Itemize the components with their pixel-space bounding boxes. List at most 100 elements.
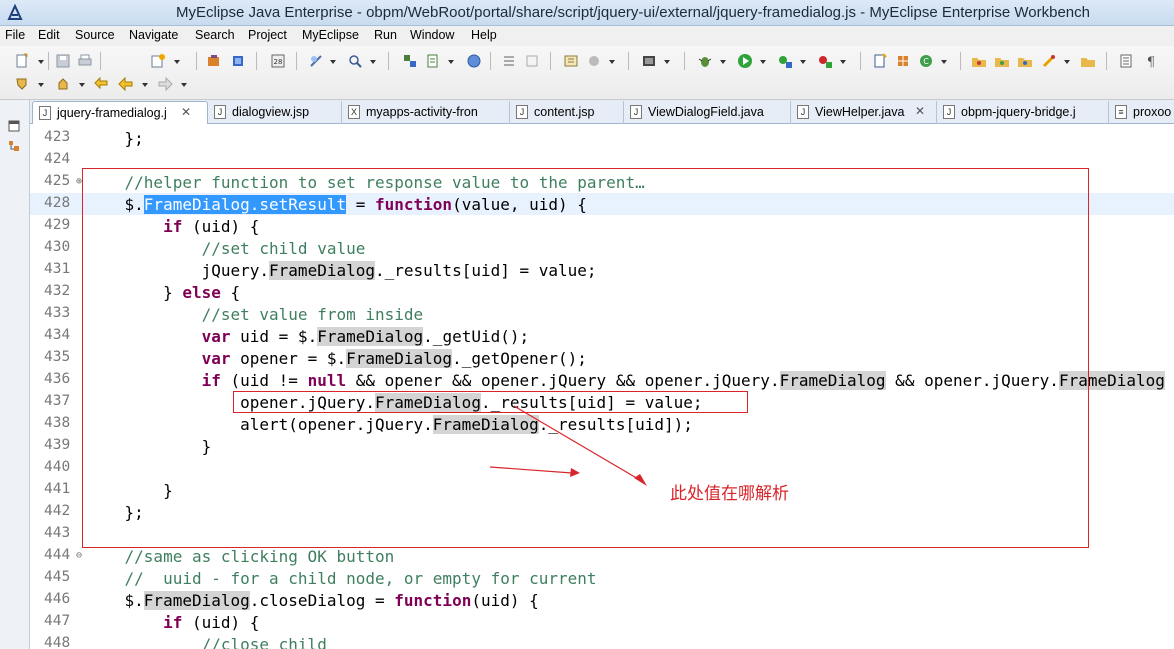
open-resource-dropdown-icon[interactable] <box>448 60 454 64</box>
code-line[interactable]: 441 } <box>30 479 1174 501</box>
browser-dropdown-icon[interactable] <box>330 60 336 64</box>
tab-viewdialogfield[interactable]: J ViewDialogField.java <box>624 101 791 124</box>
new-wizard-dropdown-icon[interactable] <box>174 60 180 64</box>
search-icon[interactable] <box>347 53 363 69</box>
code-line[interactable]: 445 // uuid - for a child node, or empty… <box>30 567 1174 589</box>
menu-search[interactable]: Search <box>195 28 235 42</box>
code-line[interactable]: 434 var uid = $.FrameDialog._getUid(); <box>30 325 1174 347</box>
tab-obpm-jquery-bridge[interactable]: J obpm-jquery-bridge.j <box>937 101 1109 124</box>
code-line[interactable]: 432 } else { <box>30 281 1174 303</box>
back-icon[interactable] <box>118 76 134 92</box>
tab-viewhelper[interactable]: J ViewHelper.java ✕ <box>791 101 937 124</box>
terminal-dropdown-icon[interactable] <box>664 60 670 64</box>
selected-text[interactable]: FrameDialog.setResult <box>143 195 347 214</box>
previous-annotation-dropdown-icon[interactable] <box>79 83 85 87</box>
new-class-icon[interactable]: C <box>918 53 934 69</box>
forward-dropdown-icon[interactable] <box>181 83 187 87</box>
next-annotation-dropdown-icon[interactable] <box>38 83 44 87</box>
open-folder-icon[interactable] <box>971 53 987 69</box>
code-line[interactable]: 423 }; <box>30 127 1174 149</box>
terminal-icon[interactable] <box>641 53 657 69</box>
new-class-dropdown-icon[interactable] <box>941 60 947 64</box>
menu-myeclipse[interactable]: MyEclipse <box>302 28 359 42</box>
restore-view-icon[interactable] <box>8 120 20 132</box>
run-external-icon[interactable] <box>777 53 793 69</box>
code-line[interactable]: 430 //set child value <box>30 237 1174 259</box>
back-dropdown-icon[interactable] <box>142 83 148 87</box>
settings-dropdown-icon[interactable] <box>609 60 615 64</box>
code-line[interactable]: 424 <box>30 149 1174 171</box>
code-line[interactable]: 439 } <box>30 435 1174 457</box>
new-icon[interactable] <box>14 53 30 69</box>
fold-toggle-icon[interactable]: ⊖ <box>76 550 82 561</box>
code-line[interactable]: 442 }; <box>30 501 1174 523</box>
tab-jquery-framedialog[interactable]: J jquery-framedialog.j ✕ <box>32 101 208 124</box>
code-line[interactable]: 443 <box>30 523 1174 545</box>
previous-annotation-icon[interactable] <box>55 76 71 92</box>
code-line[interactable]: 429 if (uid) { <box>30 215 1174 237</box>
deploy-icon[interactable] <box>230 53 246 69</box>
code-text: opener.jQuery.FrameDialog._results[uid] … <box>86 393 703 412</box>
launch-icon[interactable] <box>1041 53 1057 69</box>
code-line[interactable]: 435 var opener = $.FrameDialog._getOpene… <box>30 347 1174 369</box>
show-whitespace-icon[interactable]: ¶ <box>1143 53 1159 69</box>
new-wizard-icon[interactable] <box>150 53 166 69</box>
menu-source[interactable]: Source <box>75 28 115 42</box>
code-line[interactable]: 425 ⊕ //helper function to set response v… <box>30 171 1174 193</box>
run-dropdown-icon[interactable] <box>760 60 766 64</box>
profile-icon[interactable] <box>817 53 833 69</box>
run-icon[interactable] <box>737 53 753 69</box>
menu-edit[interactable]: Edit <box>38 28 60 42</box>
debug-icon[interactable] <box>697 53 713 69</box>
menu-navigate[interactable]: Navigate <box>129 28 178 42</box>
menu-window[interactable]: Window <box>410 28 454 42</box>
build-icon[interactable] <box>563 53 579 69</box>
code-line[interactable]: 428 $.FrameDialog.setResult = function(v… <box>30 193 1174 215</box>
browser-icon[interactable] <box>308 53 324 69</box>
open-type-icon[interactable] <box>402 53 418 69</box>
save-icon[interactable] <box>55 53 71 69</box>
package-icon[interactable] <box>206 53 222 69</box>
server-icon[interactable]: 28 <box>270 53 286 69</box>
new-ejb-icon[interactable] <box>895 53 911 69</box>
code-line[interactable]: 433 //set value from inside <box>30 303 1174 325</box>
tab-myapps-activity[interactable]: X myapps-activity-fron <box>342 101 510 124</box>
last-edit-icon[interactable] <box>94 76 110 92</box>
code-line[interactable]: 444 ⊖ //same as clicking OK button <box>30 545 1174 567</box>
print-icon[interactable] <box>77 53 93 69</box>
close-icon[interactable]: ✕ <box>915 104 925 118</box>
tab-content[interactable]: J content.jsp <box>510 101 624 124</box>
code-line[interactable]: 446 $.FrameDialog.closeDialog = function… <box>30 589 1174 611</box>
code-line[interactable]: 438 alert(opener.jQuery.FrameDialog._res… <box>30 413 1174 435</box>
toggle-view-icon[interactable] <box>1118 53 1134 69</box>
next-annotation-icon[interactable] <box>14 76 30 92</box>
menu-run[interactable]: Run <box>374 28 397 42</box>
code-line[interactable]: 448 //close child <box>30 633 1174 649</box>
tab-dialogview[interactable]: J dialogview.jsp <box>208 101 342 124</box>
code-editor[interactable]: 423 }; 424 425 ⊕ //helper function to set r… <box>30 124 1174 649</box>
search-dropdown-icon[interactable] <box>370 60 376 64</box>
profile-dropdown-icon[interactable] <box>840 60 846 64</box>
code-line[interactable]: 436 if (uid != null && opener && opener.… <box>30 369 1174 391</box>
code-line[interactable]: 431 jQuery.FrameDialog._results[uid] = v… <box>30 259 1174 281</box>
code-line[interactable]: 437 opener.jQuery.FrameDialog._results[u… <box>30 391 1174 413</box>
globe-icon[interactable] <box>466 53 482 69</box>
code-line[interactable]: 447 if (uid) { <box>30 611 1174 633</box>
new-web-project-icon[interactable] <box>872 53 888 69</box>
package-explorer-icon[interactable] <box>8 140 20 152</box>
open-file-icon[interactable] <box>1080 53 1096 69</box>
launch-dropdown-icon[interactable] <box>1064 60 1070 64</box>
code-line[interactable]: 440 <box>30 457 1174 479</box>
close-icon[interactable]: ✕ <box>181 105 191 119</box>
open-project-icon[interactable] <box>994 53 1010 69</box>
menu-file[interactable]: File <box>5 28 25 42</box>
menu-help[interactable]: Help <box>471 28 497 42</box>
run-external-dropdown-icon[interactable] <box>800 60 806 64</box>
open-workspace-icon[interactable] <box>1017 53 1033 69</box>
debug-dropdown-icon[interactable] <box>720 60 726 64</box>
fold-toggle-icon[interactable]: ⊕ <box>76 176 82 187</box>
open-resource-icon[interactable] <box>425 53 441 69</box>
tab-proxoo[interactable]: ≡ proxoo <box>1109 101 1174 124</box>
menu-project[interactable]: Project <box>248 28 287 42</box>
new-dropdown-icon[interactable] <box>38 60 44 64</box>
